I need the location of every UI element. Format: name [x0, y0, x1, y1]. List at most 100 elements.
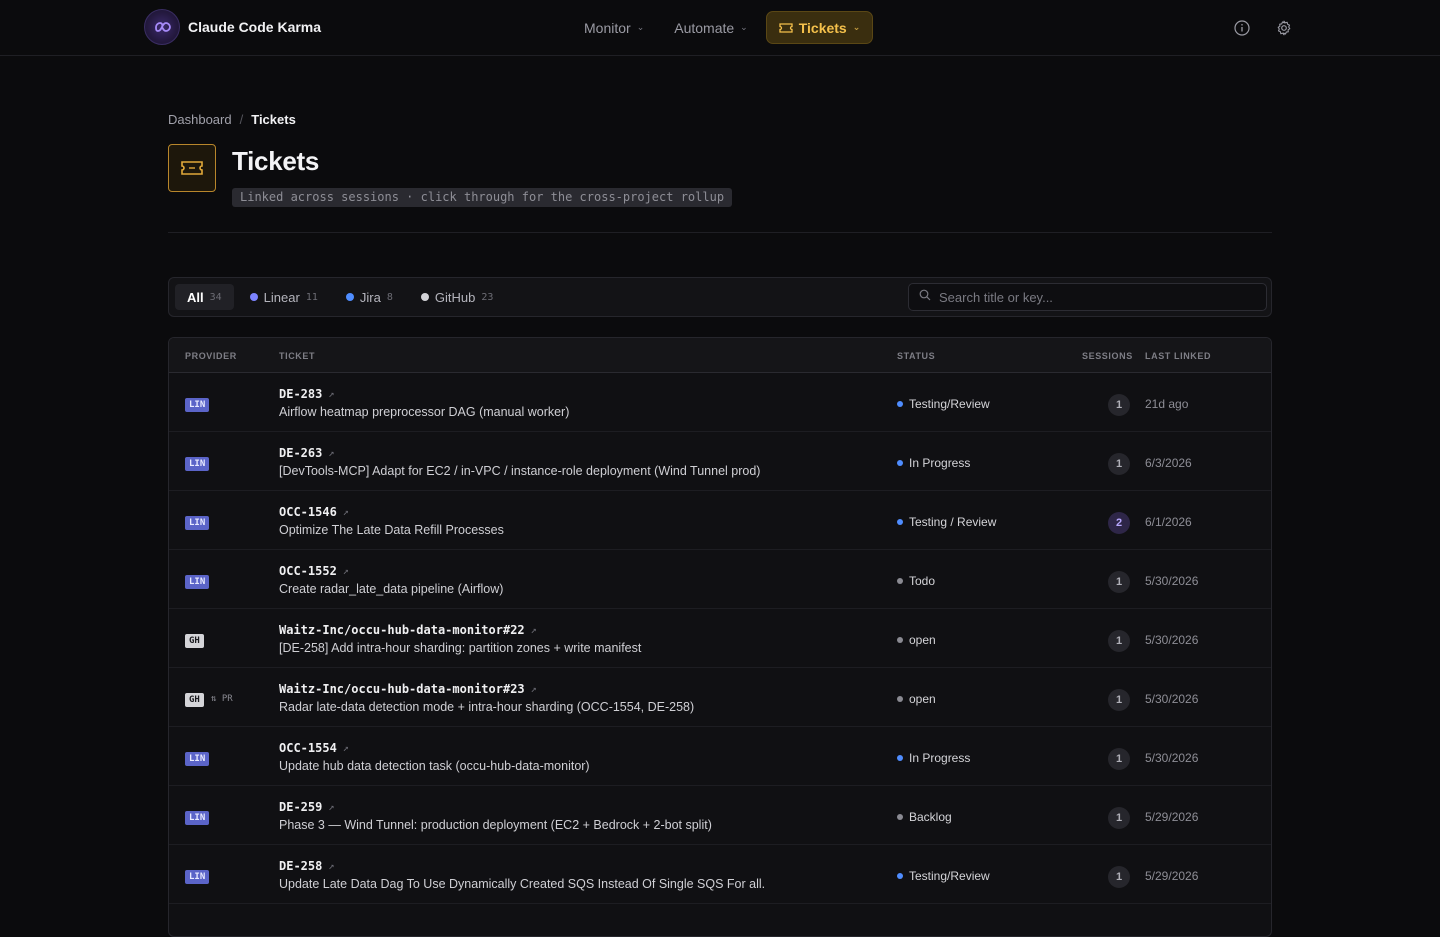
provider-badge: LIN — [185, 870, 210, 884]
sessions-count-badge: 1 — [1108, 453, 1130, 475]
header-provider[interactable]: PROVIDER — [185, 351, 237, 361]
nav-automate-label: Automate — [674, 19, 735, 36]
sessions-count-badge: 2 — [1108, 512, 1130, 534]
ticket-status: Testing/Review — [897, 869, 990, 883]
breadcrumb-separator: / — [239, 112, 244, 127]
external-link-icon[interactable]: ↗ — [531, 625, 537, 636]
filter-tab-count: 8 — [386, 291, 393, 303]
header-status[interactable]: STATUS — [897, 351, 935, 361]
external-link-icon[interactable]: ↗ — [328, 802, 334, 813]
last-linked: 5/30/2026 — [1145, 574, 1199, 588]
ticket-key[interactable]: DE-259 ↗ — [279, 800, 334, 814]
last-linked: 21d ago — [1145, 397, 1189, 411]
sessions-count-badge: 1 — [1108, 807, 1130, 829]
jira-dot-icon — [345, 293, 354, 301]
header-last-linked[interactable]: LAST LINKED — [1145, 351, 1211, 361]
status-label: Testing/Review — [909, 397, 990, 411]
ticket-status: In Progress — [897, 751, 970, 765]
status-dot-icon — [897, 755, 903, 761]
ticket-title: [DevTools-MCP] Adapt for EC2 / in-VPC / … — [279, 464, 761, 478]
last-linked: 5/29/2026 — [1145, 869, 1199, 883]
gear-icon[interactable] — [1272, 16, 1296, 40]
status-label: In Progress — [909, 751, 971, 765]
page-title: Tickets — [232, 146, 320, 176]
table-row[interactable]: LIN DE-259 ↗ Phase 3 — Wind Tunnel: product… — [169, 786, 1271, 845]
external-link-icon[interactable]: ↗ — [328, 448, 334, 459]
nav-tickets[interactable]: Tickets ⌄ — [765, 11, 874, 44]
ticket-status: open — [897, 633, 936, 647]
ticket-key[interactable]: Waitz-Inc/occu-hub-data-monitor#22 ↗ — [279, 623, 537, 637]
ticket-key[interactable]: OCC-1554 ↗ — [279, 741, 349, 755]
table-row[interactable]: LIN OCC-1554 ↗ Update hub data detection ta… — [169, 727, 1271, 786]
last-linked: 5/30/2026 — [1145, 633, 1199, 647]
header-sessions[interactable]: SESSIONS — [1082, 351, 1133, 361]
table-row[interactable]: LIN OCC-1552 ↗ Create radar_late_data pipel… — [169, 550, 1271, 609]
nav-monitor[interactable]: Monitor ⌄ — [572, 11, 656, 44]
top-nav: Claude Code Karma Monitor ⌄ Automate ⌄ T… — [0, 0, 1440, 56]
ticket-icon — [779, 20, 793, 36]
table-row[interactable]: LIN DE-283 ↗ Airflow heatmap preprocessor D… — [169, 373, 1271, 432]
table-row[interactable]: GH Waitz-Inc/occu-hub-data-monitor#22 ↗ [DE… — [169, 609, 1271, 668]
last-linked: 5/30/2026 — [1145, 751, 1199, 765]
sessions-count-badge: 1 — [1108, 630, 1130, 652]
info-icon[interactable] — [1230, 16, 1254, 40]
sessions-count-badge: 1 — [1108, 689, 1130, 711]
table-row[interactable]: LIN DE-263 ↗ [DevTools-MCP] Adapt for EC2 /… — [169, 432, 1271, 491]
search-input[interactable] — [939, 289, 1239, 305]
external-link-icon[interactable]: ↗ — [328, 861, 334, 872]
pr-tag-label: PR — [221, 694, 233, 704]
external-link-icon[interactable]: ↗ — [531, 684, 537, 695]
provider-badge: LIN — [185, 752, 210, 766]
status-label: Testing/Review — [909, 869, 990, 883]
external-link-icon[interactable]: ↗ — [343, 507, 349, 518]
external-link-icon[interactable]: ↗ — [343, 566, 349, 577]
provider-badge: LIN — [185, 457, 210, 471]
search-icon — [919, 288, 931, 306]
nav-actions — [1230, 16, 1296, 40]
ticket-key-text: DE-283 — [279, 387, 323, 401]
provider-badge: LIN — [185, 398, 210, 412]
status-dot-icon — [897, 873, 903, 879]
chevron-down-icon: ⌄ — [636, 22, 645, 32]
sessions-count-badge: 1 — [1108, 571, 1130, 593]
ticket-key-text: Waitz-Inc/occu-hub-data-monitor#22 — [279, 623, 525, 637]
nav-automate[interactable]: Automate ⌄ — [662, 11, 759, 44]
tickets-table: PROVIDER TICKET STATUS SESSIONS LAST LIN… — [168, 337, 1272, 937]
ticket-title: Radar late-data detection mode + intra-h… — [279, 700, 695, 714]
ticket-title: Optimize The Late Data Refill Processes — [279, 523, 504, 537]
table-row[interactable]: LIN OCC-1546 ↗ Optimize The Late Data Refil… — [169, 491, 1271, 550]
ticket-key[interactable]: OCC-1546 ↗ — [279, 505, 349, 519]
ticket-key[interactable]: DE-263 ↗ — [279, 446, 334, 460]
ticket-title: Phase 3 — Wind Tunnel: production deploy… — [279, 818, 712, 832]
chevron-down-icon: ⌄ — [740, 22, 748, 32]
sessions-count-badge: 1 — [1108, 394, 1130, 416]
filter-tab-jira[interactable]: Jira 8 — [334, 284, 405, 310]
ticket-key[interactable]: DE-258 ↗ — [279, 859, 334, 873]
status-label: Backlog — [909, 810, 952, 824]
provider-filter-tabs: All 34 Linear 11 Jira 8 GitHub 23 — [175, 284, 505, 310]
ticket-status: open — [897, 692, 936, 706]
ticket-status: Todo — [897, 574, 935, 588]
external-link-icon[interactable]: ↗ — [343, 743, 349, 754]
filter-tab-count: 23 — [481, 291, 494, 303]
ticket-key[interactable]: DE-283 ↗ — [279, 387, 334, 401]
filter-tab-all[interactable]: All 34 — [175, 284, 234, 310]
brand[interactable]: Claude Code Karma — [144, 9, 321, 45]
ticket-key[interactable]: Waitz-Inc/occu-hub-data-monitor#23 ↗ — [279, 682, 537, 696]
header-ticket[interactable]: TICKET — [279, 351, 315, 361]
ticket-key-text: Waitz-Inc/occu-hub-data-monitor#23 — [279, 682, 525, 696]
status-dot-icon — [897, 460, 903, 466]
ticket-key[interactable]: OCC-1552 ↗ — [279, 564, 349, 578]
ticket-status: Testing / Review — [897, 515, 996, 529]
breadcrumb-dashboard[interactable]: Dashboard — [168, 112, 232, 127]
filter-tab-linear[interactable]: Linear 11 — [238, 284, 330, 310]
sessions-count-badge: 1 — [1108, 748, 1130, 770]
external-link-icon[interactable]: ↗ — [328, 389, 334, 400]
search-box — [908, 283, 1267, 311]
ticket-icon — [168, 144, 216, 192]
last-linked: 5/29/2026 — [1145, 810, 1199, 824]
table-row[interactable]: LIN DE-258 ↗ Update Late Data Dag To Use Dy… — [169, 845, 1271, 904]
ticket-key-text: OCC-1554 — [279, 741, 337, 755]
table-row[interactable]: GH ⇅ PR Waitz-Inc/occu-hub-data-monitor#23… — [169, 668, 1271, 727]
filter-tab-github[interactable]: GitHub 23 — [409, 284, 506, 310]
